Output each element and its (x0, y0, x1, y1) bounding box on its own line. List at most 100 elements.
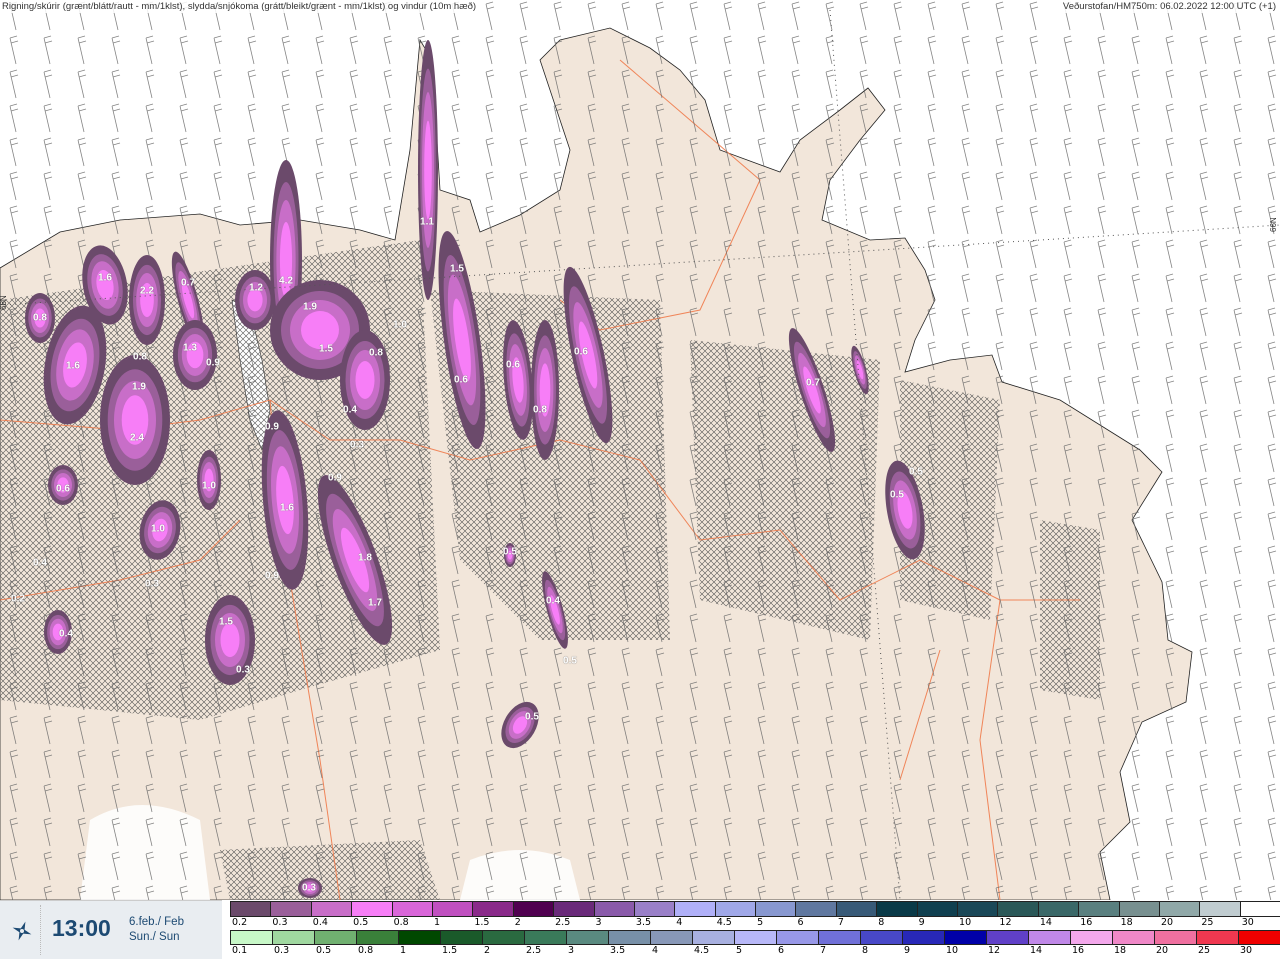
snow-legend-label: 30 (1241, 917, 1254, 928)
rain-legend-swatch (440, 930, 483, 945)
rain-legend-swatch (986, 930, 1029, 945)
rain-legend-label: 4.5 (694, 945, 710, 956)
rain-legend-label: 3.5 (610, 945, 626, 956)
rain-legend-swatch (398, 930, 441, 945)
time-panel: 13:00 6.feb./ Feb Sun./ Sun (0, 900, 222, 959)
snow-legend-swatch (1239, 901, 1280, 917)
snow-legend-label: 0.5 (353, 917, 369, 928)
rain-legend-swatch (230, 930, 273, 945)
precip-value-label: 0.2 (11, 593, 25, 605)
snow-legend-label: 0.3 (272, 917, 288, 928)
snow-legend-swatch (270, 901, 312, 917)
rain-legend-labels: 0.1 0.3 0.5 0.8 1 1.5 2 2.5 3 3.5 4 4.5 5 6 7 8 9 10 12 14 1… (230, 945, 1280, 957)
precip-value-label: 0.4 (343, 404, 357, 416)
snow-legend-swatch (1078, 901, 1120, 917)
snow-legend-label: 10 (959, 917, 972, 928)
rain-legend-swatch (734, 930, 777, 945)
precip-value-label: 0.5 (890, 489, 904, 501)
rain-legend-swatch (272, 930, 315, 945)
snow-legend-swatch (997, 901, 1039, 917)
precip-value-label: 0.5 (503, 546, 517, 558)
precip-value-label: 2.4 (130, 432, 144, 444)
rain-legend-label: 0.8 (358, 945, 374, 956)
snow-legend-label: 1.5 (474, 917, 490, 928)
rain-legend-swatch (818, 930, 861, 945)
precip-value-label: 0.6 (454, 374, 468, 386)
snow-legend-swatch (593, 901, 635, 917)
precip-area (220, 622, 240, 658)
lat-label-left: 66N (0, 295, 8, 310)
snow-legend-label: 4 (676, 917, 683, 928)
snow-legend-label: 2 (514, 917, 521, 928)
precip-value-label: 0.4 (546, 595, 560, 607)
rain-legend-swatch (650, 930, 693, 945)
snow-legend-swatch (391, 901, 433, 917)
precip-value-label: 2.2 (140, 285, 154, 297)
rain-legend-swatch (692, 930, 735, 945)
rain-legend-label: 3 (568, 945, 575, 956)
rain-legend-label: 5 (736, 945, 743, 956)
snow-legend-label: 14 (1039, 917, 1052, 928)
map-title: Rigning/skúrir (grænt/blátt/rautt - mm/1… (0, 0, 479, 13)
snow-legend-label: 3.5 (635, 917, 652, 928)
rain-legend-label: 25 (1198, 945, 1211, 956)
snow-legend-swatch (835, 901, 878, 917)
precip-value-label: 0.4 (33, 557, 47, 569)
snow-legend-label: 1 (433, 917, 440, 928)
precip-value-label: 1.6 (280, 502, 294, 514)
precip-value-label: 1.7 (368, 597, 382, 609)
rain-legend-label: 6 (778, 945, 785, 956)
compass-star-icon[interactable] (10, 919, 34, 943)
rain-legend-label: 8 (862, 945, 869, 956)
snow-legend-swatch (714, 901, 757, 917)
rain-legend-label: 0.3 (274, 945, 290, 956)
wind-barbs (0, 0, 1280, 900)
precip-value-label: 1.5 (319, 343, 333, 355)
rain-legend-label: 14 (1030, 945, 1043, 956)
rain-legend-label: 0.5 (316, 945, 332, 956)
snow-legend-label: 5 (757, 917, 764, 928)
snow-legend-swatch (755, 901, 797, 917)
snow-legend-label: 3 (595, 917, 602, 928)
precip-value-label: 1.9 (303, 301, 317, 313)
rain-legend-label: 18 (1114, 945, 1127, 956)
rain-legend-swatch (860, 930, 903, 945)
rain-legend-swatch (902, 930, 945, 945)
rain-legend-swatch (1070, 930, 1113, 945)
rain-legend-swatch (776, 930, 819, 945)
rain-legend-swatches (230, 930, 1280, 945)
precip-value-label: 1.5 (219, 616, 233, 628)
rain-legend-swatch (482, 930, 525, 945)
precip-value-label: 0.9 (328, 472, 342, 484)
rain-legend-label: 20 (1156, 945, 1169, 956)
snow-legend-label: 7 (837, 917, 844, 928)
snow-legend-label: 8 (878, 917, 885, 928)
precip-area (355, 361, 375, 399)
precip-value-label: 1.3 (183, 342, 197, 354)
precip-value-label: 0.3 (236, 664, 250, 676)
snow-legend-label: 9 (918, 917, 925, 928)
snow-legend-label: 2.5 (555, 917, 571, 928)
snow-legend-swatch (633, 901, 676, 917)
snow-legend-swatch (512, 901, 555, 917)
precip-value-label: 0.7 (806, 377, 820, 389)
snow-legend-swatch (876, 901, 918, 917)
precip-area (424, 120, 432, 220)
snow-legend-label: 0.4 (312, 917, 328, 928)
rain-legend-swatch (608, 930, 651, 945)
snow-legend-swatch (1158, 901, 1201, 917)
snow-legend-swatch (795, 901, 837, 917)
precip-value-label: 0.8 (33, 312, 47, 324)
precip-value-label: 0.8 (133, 351, 147, 363)
precip-value-label: 0.9 (206, 357, 220, 369)
precip-value-label: 0.5 (525, 711, 539, 723)
snow-legend-swatch (1199, 901, 1241, 917)
rain-legend-label: 7 (820, 945, 827, 956)
precip-value-label: 1.0 (393, 319, 407, 331)
precip-value-label: 0.3 (145, 578, 159, 590)
precip-value-label: 0.8 (533, 404, 547, 416)
rain-legend-swatch (1238, 930, 1280, 945)
precip-value-label: 0.8 (369, 347, 383, 359)
rain-legend-swatch (1196, 930, 1239, 945)
forecast-time: 13:00 (52, 915, 111, 941)
